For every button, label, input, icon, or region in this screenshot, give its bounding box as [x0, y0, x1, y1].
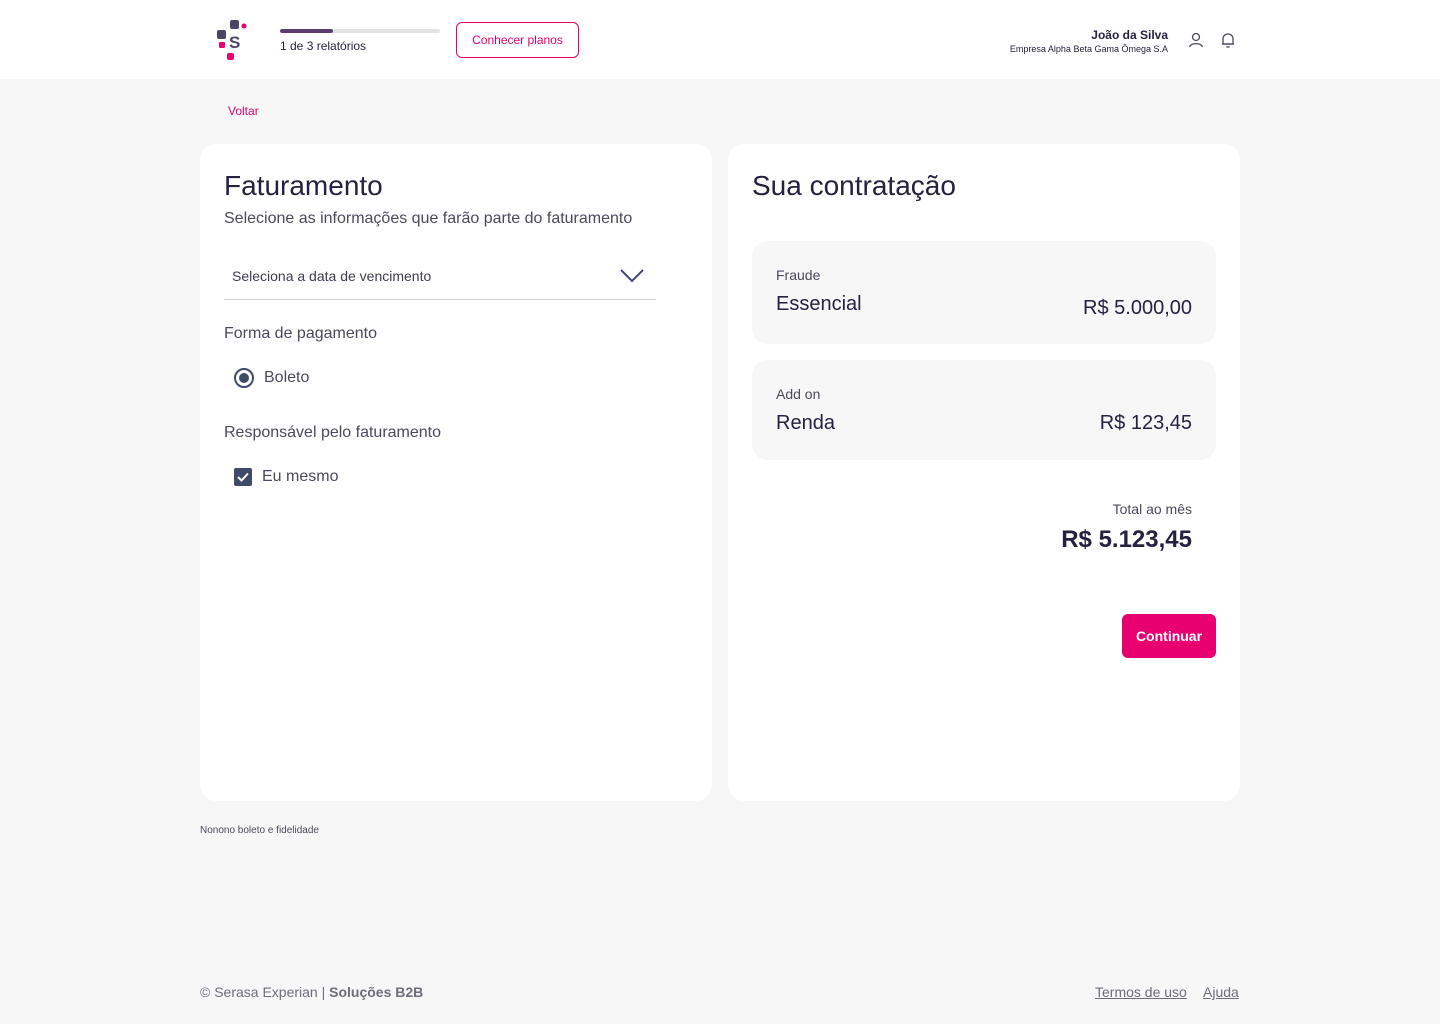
payment-option-boleto[interactable]: Boleto [234, 368, 309, 388]
self-checkbox[interactable] [234, 468, 252, 486]
summary-item-fraude: Fraude Essencial R$ 5.000,00 [752, 241, 1216, 344]
self-label: Eu mesmo [262, 468, 339, 485]
user-icon[interactable] [1187, 31, 1205, 49]
progress-text: 1 de 3 relatórios [280, 39, 367, 53]
radio-selected-dot [239, 373, 249, 383]
report-progress: 1 de 3 relatórios [280, 29, 440, 53]
footer-brand: Soluções B2B [329, 984, 424, 1000]
item-name: Renda [776, 412, 835, 434]
due-date-select[interactable]: Seleciona a data de vencimento [224, 256, 656, 300]
item-category: Fraude [776, 267, 821, 283]
check-icon [237, 472, 249, 482]
billing-title: Faturamento [224, 170, 383, 201]
item-price: R$ 5.000,00 [1083, 297, 1192, 319]
user-info: João da Silva Empresa Alpha Beta Gama Ôm… [1010, 28, 1168, 54]
progress-fill [280, 29, 334, 33]
summary-title: Sua contratação [752, 170, 956, 201]
top-header: S 1 de 3 relatórios Conhecer planos João… [0, 0, 1440, 79]
summary-card: Sua contratação Fraude Essencial R$ 5.00… [728, 144, 1240, 801]
total-value: R$ 5.123,45 [1061, 526, 1192, 553]
back-link[interactable]: Voltar [228, 104, 259, 118]
user-company: Empresa Alpha Beta Gama Ômega S.A [1009, 44, 1168, 54]
payment-method-label: Forma de pagamento [224, 325, 377, 342]
billing-note: Nonono boleto e fidelidade [200, 825, 319, 836]
brand-logo[interactable]: S [214, 18, 250, 62]
billing-card: Faturamento Selecione as informações que… [200, 144, 712, 801]
responsible-option-self[interactable]: Eu mesmo [234, 468, 338, 486]
footer-copyright: © Serasa Experian | Soluções B2B [200, 984, 423, 1000]
help-link[interactable]: Ajuda [1203, 984, 1239, 1000]
item-name: Essencial [776, 293, 862, 315]
copyright-text: © Serasa Experian | [200, 984, 330, 1000]
item-price: R$ 123,45 [1099, 412, 1192, 434]
item-category: Add on [776, 386, 821, 402]
boleto-label: Boleto [264, 369, 310, 386]
svg-text:S: S [229, 33, 240, 52]
user-name: João da Silva [1091, 28, 1168, 42]
progress-track [280, 29, 440, 33]
billing-subtitle: Selecione as informações que farão parte… [224, 210, 633, 227]
summary-item-addon: Add on Renda R$ 123,45 [752, 360, 1216, 460]
terms-link[interactable]: Termos de uso [1095, 984, 1187, 1000]
continue-button[interactable]: Continuar [1122, 614, 1216, 658]
billing-responsible-label: Responsável pelo faturamento [224, 424, 442, 441]
total-label: Total ao mês [1112, 501, 1192, 517]
chevron-down-icon [620, 268, 644, 284]
bell-icon[interactable] [1219, 31, 1237, 49]
due-date-select-text: Seleciona a data de vencimento [232, 268, 432, 284]
view-plans-button[interactable]: Conhecer planos [456, 22, 579, 58]
boleto-radio[interactable] [234, 368, 254, 388]
